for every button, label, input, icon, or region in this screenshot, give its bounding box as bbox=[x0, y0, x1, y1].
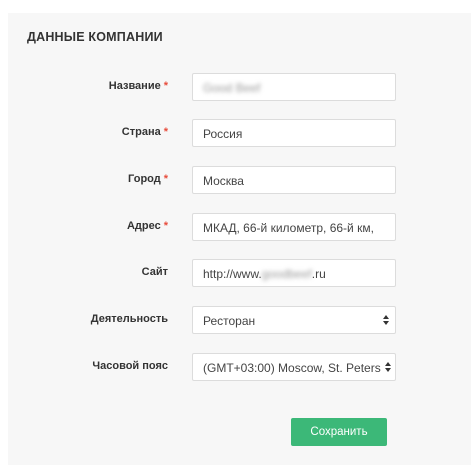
address-input[interactable]: МКАД, 66-й километр, 66-й км, bbox=[192, 213, 396, 241]
save-button[interactable]: Сохранить bbox=[291, 418, 387, 446]
city-value: Москва bbox=[203, 174, 244, 188]
address-value: МКАД, 66-й километр, 66-й км, bbox=[203, 221, 374, 235]
city-input[interactable]: Москва bbox=[192, 166, 396, 194]
timezone-row: Часовой пояс (GMT+03:00) Moscow, St. Pet… bbox=[0, 353, 471, 383]
required-marker: * bbox=[163, 80, 168, 92]
required-marker: * bbox=[163, 126, 168, 138]
website-value-blurred: goodbeef bbox=[261, 267, 312, 281]
country-row: Страна * Россия bbox=[0, 119, 471, 149]
required-marker: * bbox=[163, 173, 168, 185]
timezone-label: Часовой пояс bbox=[92, 360, 168, 372]
select-arrows-icon bbox=[385, 362, 391, 374]
activity-row: Деятельность Ресторан bbox=[0, 306, 471, 336]
activity-value: Ресторан bbox=[203, 314, 256, 328]
timezone-value: (GMT+03:00) Moscow, St. Peters bbox=[203, 361, 381, 375]
name-label: Название bbox=[108, 80, 161, 92]
name-row: Название * Good Beef bbox=[0, 73, 471, 103]
address-row: Адрес * МКАД, 66-й километр, 66-й км, bbox=[0, 213, 471, 243]
website-label: Сайт bbox=[141, 266, 168, 278]
name-value: Good Beef bbox=[203, 81, 261, 95]
country-label: Страна bbox=[121, 126, 161, 138]
address-label: Адрес bbox=[126, 220, 161, 232]
name-input[interactable]: Good Beef bbox=[192, 73, 396, 101]
activity-select[interactable]: Ресторан bbox=[192, 306, 396, 334]
country-input[interactable]: Россия bbox=[192, 119, 396, 147]
panel-title: ДАННЫЕ КОМПАНИИ bbox=[27, 30, 163, 44]
select-arrows-icon bbox=[383, 315, 389, 327]
website-row: Сайт http://www.goodbeef.ru bbox=[0, 259, 471, 289]
website-value-prefix: http://www. bbox=[203, 267, 262, 281]
website-value-suffix: .ru bbox=[311, 267, 326, 281]
country-value: Россия bbox=[203, 127, 243, 141]
timezone-select[interactable]: (GMT+03:00) Moscow, St. Peters bbox=[192, 353, 396, 381]
city-label: Город bbox=[128, 173, 161, 185]
city-row: Город * Москва bbox=[0, 166, 471, 196]
activity-label: Деятельность bbox=[90, 313, 168, 325]
website-input[interactable]: http://www.goodbeef.ru bbox=[192, 259, 396, 287]
required-marker: * bbox=[163, 220, 168, 232]
